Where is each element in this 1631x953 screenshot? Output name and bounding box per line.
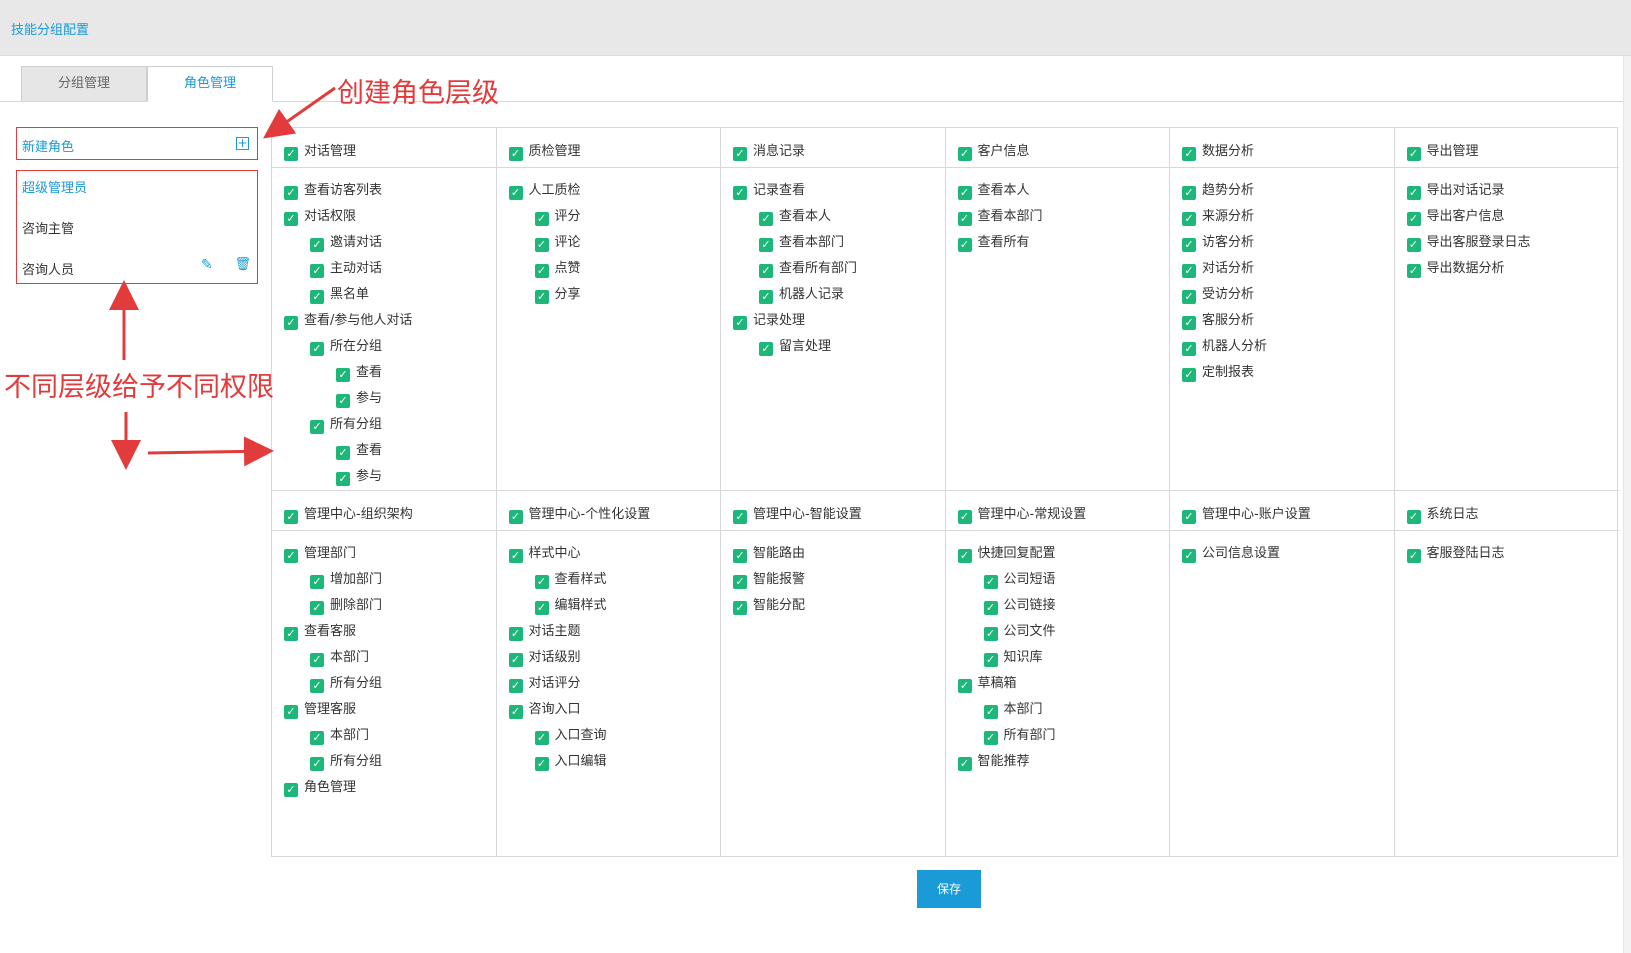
annotation-different-permissions: 不同层级给予不同权限 (4, 372, 274, 403)
annotation-create-role-level: 创建角色层级 (337, 78, 499, 109)
arrow-to-new-role (263, 86, 336, 139)
tab-role-management[interactable]: 角色管理 (147, 66, 273, 102)
annotation-arrows (109, 86, 336, 470)
arrow-to-grid (147, 436, 274, 467)
